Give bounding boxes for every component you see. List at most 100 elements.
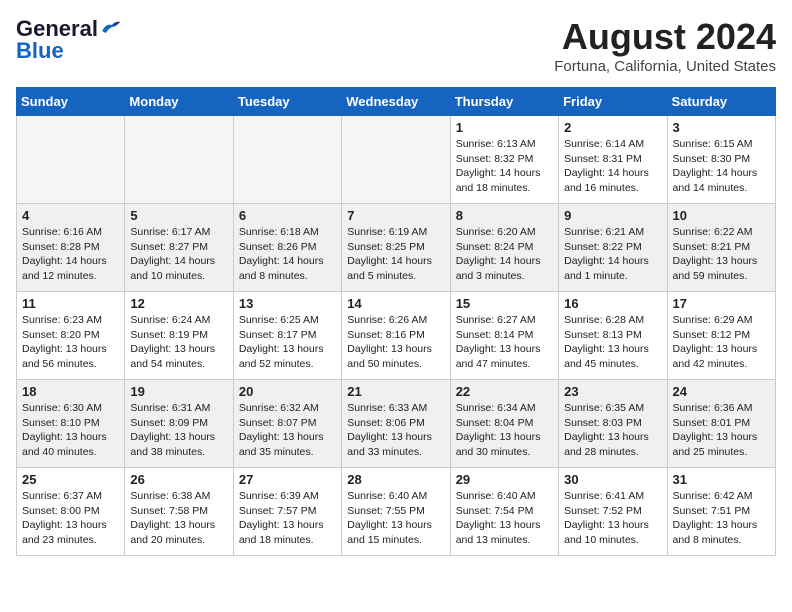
calendar-week-1: 1 Sunrise: 6:13 AMSunset: 8:32 PMDaylight… bbox=[17, 116, 776, 204]
day-number: 12 bbox=[130, 296, 227, 311]
day-number: 28 bbox=[347, 472, 444, 487]
calendar-cell: 21 Sunrise: 6:33 AMSunset: 8:06 PMDayligh… bbox=[342, 380, 450, 468]
day-number: 2 bbox=[564, 120, 661, 135]
header: General Blue August 2024 Fortuna, Califo… bbox=[16, 16, 776, 75]
calendar-cell: 13 Sunrise: 6:25 AMSunset: 8:17 PMDayligh… bbox=[233, 292, 341, 380]
calendar-cell: 29 Sunrise: 6:40 AMSunset: 7:54 PMDayligh… bbox=[450, 468, 558, 556]
calendar-cell: 31Sunrise: 6:42 AMSunset: 7:51 PMDayligh… bbox=[667, 468, 775, 556]
day-info: Sunrise: 6:20 AMSunset: 8:24 PMDaylight:… bbox=[456, 225, 553, 284]
day-info: Sunrise: 6:18 AMSunset: 8:26 PMDaylight:… bbox=[239, 225, 336, 284]
calendar-cell: 2 Sunrise: 6:14 AMSunset: 8:31 PMDaylight… bbox=[559, 116, 667, 204]
calendar-cell: 28 Sunrise: 6:40 AMSunset: 7:55 PMDayligh… bbox=[342, 468, 450, 556]
day-info: Sunrise: 6:42 AMSunset: 7:51 PMDaylight:… bbox=[673, 489, 770, 548]
day-info: Sunrise: 6:36 AMSunset: 8:01 PMDaylight:… bbox=[673, 401, 770, 460]
day-info: Sunrise: 6:13 AMSunset: 8:32 PMDaylight:… bbox=[456, 137, 553, 196]
day-info: Sunrise: 6:33 AMSunset: 8:06 PMDaylight:… bbox=[347, 401, 444, 460]
day-info: Sunrise: 6:34 AMSunset: 8:04 PMDaylight:… bbox=[456, 401, 553, 460]
logo-bird-icon bbox=[100, 19, 122, 35]
day-info: Sunrise: 6:19 AMSunset: 8:25 PMDaylight:… bbox=[347, 225, 444, 284]
day-info: Sunrise: 6:30 AMSunset: 8:10 PMDaylight:… bbox=[22, 401, 119, 460]
day-info: Sunrise: 6:22 AMSunset: 8:21 PMDaylight:… bbox=[673, 225, 770, 284]
calendar-cell bbox=[342, 116, 450, 204]
day-number: 26 bbox=[130, 472, 227, 487]
calendar-cell: 25Sunrise: 6:37 AMSunset: 8:00 PMDayligh… bbox=[17, 468, 125, 556]
calendar-cell: 24Sunrise: 6:36 AMSunset: 8:01 PMDayligh… bbox=[667, 380, 775, 468]
day-info: Sunrise: 6:26 AMSunset: 8:16 PMDaylight:… bbox=[347, 313, 444, 372]
day-number: 23 bbox=[564, 384, 661, 399]
day-header-monday: Monday bbox=[125, 88, 233, 116]
calendar-cell: 22 Sunrise: 6:34 AMSunset: 8:04 PMDayligh… bbox=[450, 380, 558, 468]
days-header-row: SundayMondayTuesdayWednesdayThursdayFrid… bbox=[17, 88, 776, 116]
calendar-cell: 12Sunrise: 6:24 AMSunset: 8:19 PMDayligh… bbox=[125, 292, 233, 380]
calendar-cell: 27 Sunrise: 6:39 AMSunset: 7:57 PMDayligh… bbox=[233, 468, 341, 556]
day-number: 8 bbox=[456, 208, 553, 223]
calendar-cell: 19 Sunrise: 6:31 AMSunset: 8:09 PMDayligh… bbox=[125, 380, 233, 468]
day-number: 16 bbox=[564, 296, 661, 311]
day-number: 9 bbox=[564, 208, 661, 223]
calendar-week-3: 11Sunrise: 6:23 AMSunset: 8:20 PMDayligh… bbox=[17, 292, 776, 380]
calendar-cell: 16 Sunrise: 6:28 AMSunset: 8:13 PMDayligh… bbox=[559, 292, 667, 380]
logo-blue: Blue bbox=[16, 38, 64, 64]
day-number: 20 bbox=[239, 384, 336, 399]
calendar-cell bbox=[233, 116, 341, 204]
calendar-cell bbox=[125, 116, 233, 204]
day-header-sunday: Sunday bbox=[17, 88, 125, 116]
calendar-week-5: 25Sunrise: 6:37 AMSunset: 8:00 PMDayligh… bbox=[17, 468, 776, 556]
day-info: Sunrise: 6:28 AMSunset: 8:13 PMDaylight:… bbox=[564, 313, 661, 372]
location: Fortuna, California, United States bbox=[554, 58, 776, 75]
day-info: Sunrise: 6:40 AMSunset: 7:55 PMDaylight:… bbox=[347, 489, 444, 548]
day-number: 19 bbox=[130, 384, 227, 399]
calendar-cell: 8 Sunrise: 6:20 AMSunset: 8:24 PMDaylight… bbox=[450, 204, 558, 292]
calendar-cell: 3 Sunrise: 6:15 AMSunset: 8:30 PMDaylight… bbox=[667, 116, 775, 204]
day-number: 29 bbox=[456, 472, 553, 487]
calendar-cell: 6Sunrise: 6:18 AMSunset: 8:26 PMDaylight… bbox=[233, 204, 341, 292]
day-info: Sunrise: 6:40 AMSunset: 7:54 PMDaylight:… bbox=[456, 489, 553, 548]
day-info: Sunrise: 6:29 AMSunset: 8:12 PMDaylight:… bbox=[673, 313, 770, 372]
title-area: August 2024 Fortuna, California, United … bbox=[554, 16, 776, 75]
calendar-week-2: 4Sunrise: 6:16 AMSunset: 8:28 PMDaylight… bbox=[17, 204, 776, 292]
day-number: 17 bbox=[673, 296, 770, 311]
day-info: Sunrise: 6:41 AMSunset: 7:52 PMDaylight:… bbox=[564, 489, 661, 548]
day-number: 15 bbox=[456, 296, 553, 311]
calendar-cell: 11Sunrise: 6:23 AMSunset: 8:20 PMDayligh… bbox=[17, 292, 125, 380]
calendar-cell: 7 Sunrise: 6:19 AMSunset: 8:25 PMDaylight… bbox=[342, 204, 450, 292]
day-number: 7 bbox=[347, 208, 444, 223]
calendar-cell: 26 Sunrise: 6:38 AMSunset: 7:58 PMDayligh… bbox=[125, 468, 233, 556]
day-info: Sunrise: 6:15 AMSunset: 8:30 PMDaylight:… bbox=[673, 137, 770, 196]
day-number: 18 bbox=[22, 384, 119, 399]
day-number: 5 bbox=[130, 208, 227, 223]
day-info: Sunrise: 6:37 AMSunset: 8:00 PMDaylight:… bbox=[22, 489, 119, 548]
calendar-cell: 23 Sunrise: 6:35 AMSunset: 8:03 PMDayligh… bbox=[559, 380, 667, 468]
day-info: Sunrise: 6:14 AMSunset: 8:31 PMDaylight:… bbox=[564, 137, 661, 196]
day-number: 1 bbox=[456, 120, 553, 135]
day-info: Sunrise: 6:25 AMSunset: 8:17 PMDaylight:… bbox=[239, 313, 336, 372]
calendar-cell: 1 Sunrise: 6:13 AMSunset: 8:32 PMDaylight… bbox=[450, 116, 558, 204]
day-number: 30 bbox=[564, 472, 661, 487]
day-info: Sunrise: 6:32 AMSunset: 8:07 PMDaylight:… bbox=[239, 401, 336, 460]
day-info: Sunrise: 6:31 AMSunset: 8:09 PMDaylight:… bbox=[130, 401, 227, 460]
day-info: Sunrise: 6:38 AMSunset: 7:58 PMDaylight:… bbox=[130, 489, 227, 548]
day-info: Sunrise: 6:35 AMSunset: 8:03 PMDaylight:… bbox=[564, 401, 661, 460]
month-year: August 2024 bbox=[554, 16, 776, 58]
calendar-cell: 20 Sunrise: 6:32 AMSunset: 8:07 PMDayligh… bbox=[233, 380, 341, 468]
day-number: 3 bbox=[673, 120, 770, 135]
day-header-saturday: Saturday bbox=[667, 88, 775, 116]
day-info: Sunrise: 6:17 AMSunset: 8:27 PMDaylight:… bbox=[130, 225, 227, 284]
day-number: 13 bbox=[239, 296, 336, 311]
day-header-tuesday: Tuesday bbox=[233, 88, 341, 116]
day-number: 27 bbox=[239, 472, 336, 487]
day-number: 22 bbox=[456, 384, 553, 399]
day-info: Sunrise: 6:39 AMSunset: 7:57 PMDaylight:… bbox=[239, 489, 336, 548]
calendar-week-4: 18 Sunrise: 6:30 AMSunset: 8:10 PMDayligh… bbox=[17, 380, 776, 468]
calendar-cell: 30 Sunrise: 6:41 AMSunset: 7:52 PMDayligh… bbox=[559, 468, 667, 556]
day-number: 21 bbox=[347, 384, 444, 399]
day-header-thursday: Thursday bbox=[450, 88, 558, 116]
day-number: 4 bbox=[22, 208, 119, 223]
day-number: 14 bbox=[347, 296, 444, 311]
calendar-cell: 14 Sunrise: 6:26 AMSunset: 8:16 PMDayligh… bbox=[342, 292, 450, 380]
calendar-cell: 10Sunrise: 6:22 AMSunset: 8:21 PMDayligh… bbox=[667, 204, 775, 292]
day-header-friday: Friday bbox=[559, 88, 667, 116]
calendar-table: SundayMondayTuesdayWednesdayThursdayFrid… bbox=[16, 87, 776, 556]
day-info: Sunrise: 6:27 AMSunset: 8:14 PMDaylight:… bbox=[456, 313, 553, 372]
calendar-cell: 18 Sunrise: 6:30 AMSunset: 8:10 PMDayligh… bbox=[17, 380, 125, 468]
